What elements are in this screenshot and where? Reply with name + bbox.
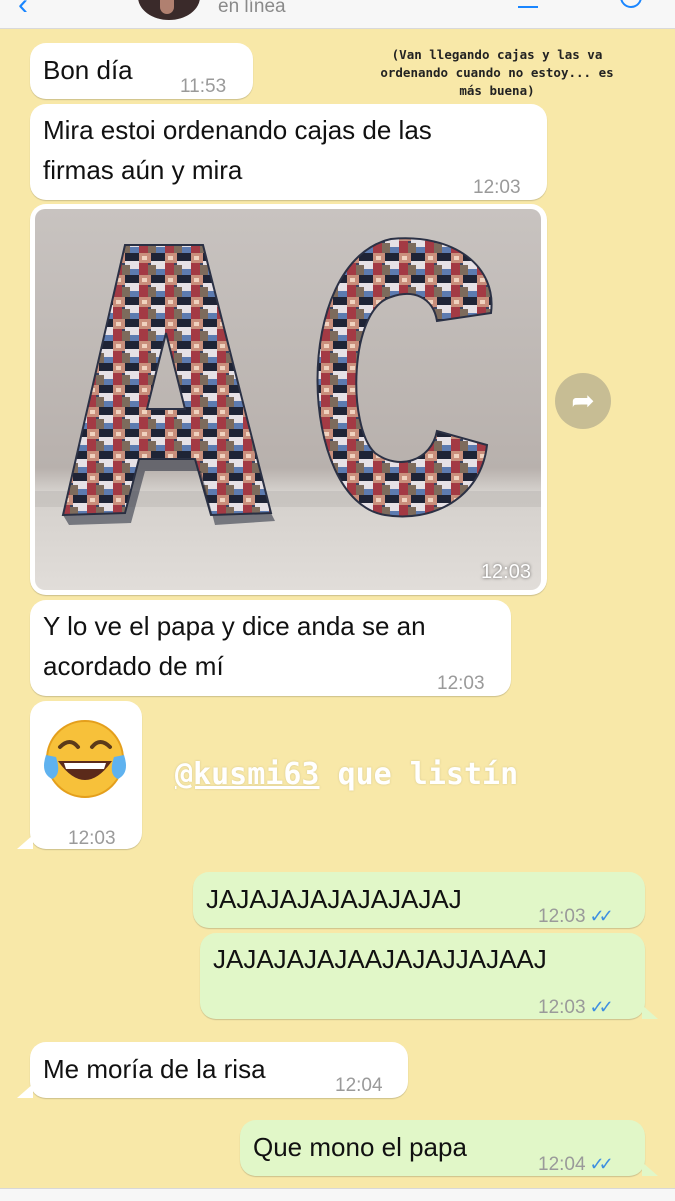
message-bubble-incoming[interactable]: Mira estoi ordenando cajas de las firmas… <box>30 104 547 200</box>
message-bubble-outgoing[interactable]: Que mono el papa 12:04 ✓✓ <box>240 1120 658 1176</box>
forward-arrow-icon[interactable]: ➦ <box>555 373 611 429</box>
message-time: 11:53 <box>180 76 227 97</box>
input-bar <box>0 1188 675 1201</box>
photo-letters-ac[interactable]: 12:03 <box>35 209 541 590</box>
contact-avatar[interactable] <box>138 0 200 20</box>
bubble-tail <box>17 1084 33 1098</box>
letters-ac-illustration <box>61 237 493 525</box>
message-time: 12:04 <box>335 1075 383 1096</box>
image-time: 12:03 <box>480 561 531 583</box>
message-time: 12:03 <box>538 906 586 927</box>
back-chevron-icon[interactable]: ‹ <box>18 0 28 20</box>
message-bubble-incoming[interactable]: Bon día 11:53 <box>30 43 253 99</box>
tears-of-joy-emoji <box>44 720 126 798</box>
read-ticks-icon: ✓✓ <box>589 1154 614 1174</box>
message-text: Me moría de la risa <box>43 1054 266 1084</box>
contact-status: en línea <box>218 0 286 17</box>
message-bubble-incoming[interactable]: Y lo ve el papa y dice anda se an acorda… <box>30 600 511 696</box>
message-bubble-outgoing[interactable]: JAJAJAJAJAJAJAJAJ 12:03 ✓✓ <box>193 872 645 928</box>
bubble-tail <box>17 835 33 849</box>
mention-text: que listín <box>337 757 519 792</box>
message-text: JAJAJAJAJAAJAJAJJAJAAJ <box>213 944 547 974</box>
bubble-tail <box>642 1162 658 1176</box>
message-bubble-incoming[interactable]: Me moría de la risa 12:04 <box>17 1042 408 1098</box>
message-meta: 12:03 ✓✓ <box>538 896 614 937</box>
message-text: JAJAJAJAJAJAJAJAJ <box>206 884 462 914</box>
message-time: 12:03 <box>68 828 116 849</box>
message-text-line: firmas aún y mira <box>43 155 243 185</box>
message-time: 12:03 <box>473 177 521 198</box>
message-time: 12:03 <box>538 997 586 1018</box>
message-time: 12:03 <box>437 673 485 694</box>
read-ticks-icon: ✓✓ <box>589 997 614 1017</box>
story-mention[interactable]: @kusmi63 que listín <box>175 757 518 792</box>
read-ticks-icon: ✓✓ <box>589 906 614 926</box>
message-text-line: acordado de mí <box>43 651 224 681</box>
message-text-line: Mira estoi ordenando cajas de las <box>43 115 432 145</box>
story-caption: (Van llegando cajas y las va ordenando c… <box>380 47 614 98</box>
message-time: 12:04 <box>538 1154 586 1175</box>
message-meta: 12:03 ✓✓ <box>538 987 614 1028</box>
message-text-line: Y lo ve el papa y dice anda se an <box>43 611 426 641</box>
call-icon[interactable] <box>620 0 642 8</box>
message-text: Que mono el papa <box>253 1132 467 1162</box>
message-bubble-outgoing[interactable]: JAJAJAJAJAAJAJAJJAJAAJ 12:03 ✓✓ <box>200 933 658 1019</box>
video-call-icon[interactable] <box>518 0 538 8</box>
mention-username[interactable]: @kusmi63 <box>175 757 320 792</box>
message-text: Bon día <box>43 55 133 85</box>
bubble-tail <box>642 1005 658 1019</box>
message-meta: 12:04 ✓✓ <box>538 1144 614 1185</box>
chat-header: ‹ en línea <box>0 0 675 29</box>
